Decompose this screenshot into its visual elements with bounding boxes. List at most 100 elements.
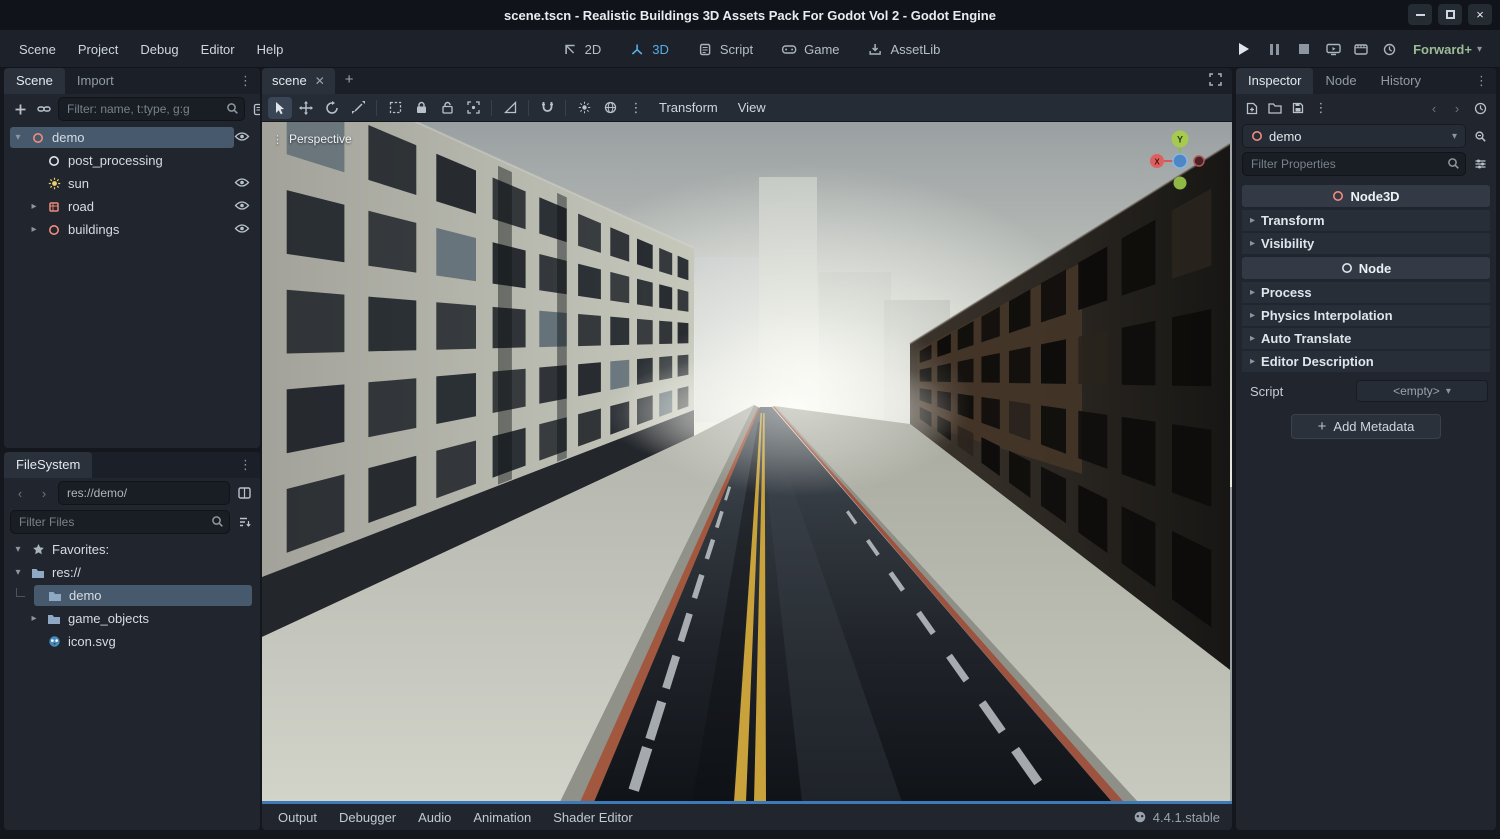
dock-options-icon[interactable]: ⋮ — [1467, 73, 1496, 94]
tab-node[interactable]: Node — [1313, 68, 1368, 94]
tree-row-demo[interactable]: ▾ demo — [4, 126, 260, 149]
stop-button[interactable] — [1291, 37, 1317, 61]
expander-icon[interactable]: ▾ — [12, 132, 24, 143]
category-node[interactable]: Node — [1242, 257, 1490, 279]
tree-row-road[interactable]: ▸ road — [4, 195, 260, 218]
fs-row-favorites[interactable]: ▾ Favorites: — [4, 538, 260, 561]
scale-tool-icon[interactable] — [346, 97, 370, 119]
fs-row-icon-svg[interactable]: icon.svg — [4, 630, 260, 653]
tree-row-buildings[interactable]: ▸ buildings — [4, 218, 260, 241]
maximize-button[interactable] — [1438, 4, 1462, 25]
ruler-icon[interactable] — [498, 97, 522, 119]
move-tool-icon[interactable] — [294, 97, 318, 119]
fs-row-game-objects[interactable]: ▸ game_objects — [4, 607, 260, 630]
environment-icon[interactable] — [598, 97, 622, 119]
new-scene-tab-button[interactable]: + — [335, 71, 364, 94]
panel-output[interactable]: Output — [268, 807, 327, 828]
tree-row-sun[interactable]: sun — [4, 172, 260, 195]
remote-debug-icon[interactable] — [1321, 37, 1345, 61]
tab-history[interactable]: History — [1369, 68, 1433, 94]
load-resource-icon[interactable] — [1265, 98, 1285, 118]
dock-options-icon[interactable]: ⋮ — [231, 457, 260, 478]
expander-icon[interactable]: ▸ — [28, 201, 40, 212]
object-selector-dropdown[interactable]: demo ▾ — [1242, 124, 1466, 148]
instance-scene-icon[interactable] — [34, 99, 54, 119]
split-view-icon[interactable] — [234, 483, 254, 503]
history-forward-icon[interactable]: › — [1447, 98, 1467, 118]
menu-help[interactable]: Help — [248, 38, 293, 61]
viewport-3d-scene[interactable] — [262, 122, 1232, 804]
close-tab-icon[interactable]: ✕ — [315, 74, 325, 88]
visibility-eye-icon[interactable] — [234, 176, 250, 191]
select-tool-icon[interactable] — [268, 97, 292, 119]
workspace-assetlib-button[interactable]: AssetLib — [856, 35, 951, 63]
section-auto-translate[interactable]: ▸ Auto Translate — [1242, 328, 1490, 349]
tab-import[interactable]: Import — [65, 68, 126, 94]
section-process[interactable]: ▸ Process — [1242, 282, 1490, 303]
viewport-view-menu[interactable]: ⋮ Perspective — [272, 132, 352, 146]
property-display-options-icon[interactable] — [1470, 154, 1490, 174]
section-editor-description[interactable]: ▸ Editor Description — [1242, 351, 1490, 372]
sun-icon[interactable] — [572, 97, 596, 119]
selectable-icon[interactable] — [383, 97, 407, 119]
visibility-eye-icon[interactable] — [234, 222, 250, 237]
menu-project[interactable]: Project — [69, 38, 127, 61]
menu-scene[interactable]: Scene — [10, 38, 65, 61]
scene-tab[interactable]: scene ✕ — [262, 68, 335, 94]
group-icon[interactable] — [461, 97, 485, 119]
visibility-eye-icon[interactable] — [234, 130, 250, 145]
filter-files-input[interactable] — [10, 510, 230, 534]
pause-button[interactable] — [1261, 37, 1287, 61]
movie-maker-icon[interactable] — [1349, 37, 1373, 61]
view-menu[interactable]: View — [729, 97, 775, 118]
filter-properties-input[interactable] — [1242, 152, 1466, 176]
profiler-icon[interactable] — [1377, 37, 1401, 61]
unlock-icon[interactable] — [435, 97, 459, 119]
resource-more-icon[interactable]: ⋮ — [1311, 98, 1331, 118]
category-node3d[interactable]: Node3D — [1242, 185, 1490, 207]
workspace-game-button[interactable]: Game — [769, 35, 849, 63]
transform-menu[interactable]: Transform — [650, 97, 727, 118]
rotate-tool-icon[interactable] — [320, 97, 344, 119]
tab-inspector[interactable]: Inspector — [1236, 68, 1313, 94]
section-visibility[interactable]: ▸ Visibility — [1242, 233, 1490, 254]
version-info[interactable]: 4.4.1.stable — [1133, 810, 1226, 825]
workspace-script-button[interactable]: Script — [685, 35, 763, 63]
back-icon[interactable]: ‹ — [10, 483, 30, 503]
save-resource-icon[interactable] — [1288, 98, 1308, 118]
snap-icon[interactable] — [535, 97, 559, 119]
workspace-3d-button[interactable]: 3D — [617, 35, 679, 63]
expander-icon[interactable]: ▾ — [12, 567, 24, 578]
tree-row-post-processing[interactable]: post_processing — [4, 149, 260, 172]
new-resource-icon[interactable] — [1242, 98, 1262, 118]
object-history-icon[interactable] — [1470, 98, 1490, 118]
visibility-eye-icon[interactable] — [234, 199, 250, 214]
panel-animation[interactable]: Animation — [463, 807, 541, 828]
script-value-dropdown[interactable]: <empty> ▾ — [1356, 380, 1488, 402]
section-transform[interactable]: ▸ Transform — [1242, 210, 1490, 231]
expander-icon[interactable]: ▸ — [28, 224, 40, 235]
view-axis-gizmo[interactable]: Y X — [1144, 130, 1216, 209]
scene-filter-input[interactable] — [58, 97, 245, 121]
workspace-2d-button[interactable]: 2D — [550, 35, 612, 63]
tab-filesystem[interactable]: FileSystem — [4, 452, 92, 478]
section-physics-interpolation[interactable]: ▸ Physics Interpolation — [1242, 305, 1490, 326]
forward-icon[interactable]: › — [34, 483, 54, 503]
fs-row-demo[interactable]: demo — [4, 584, 260, 607]
renderer-dropdown[interactable]: Forward+ ▾ — [1405, 39, 1490, 60]
expander-icon[interactable]: ▾ — [12, 544, 24, 555]
dock-options-icon[interactable]: ⋮ — [231, 73, 260, 94]
attach-script-icon[interactable] — [249, 99, 260, 119]
open-docs-icon[interactable] — [1470, 126, 1490, 146]
fs-row-res[interactable]: ▾ res:// — [4, 561, 260, 584]
add-metadata-button[interactable]: + Add Metadata — [1291, 414, 1441, 439]
panel-debugger[interactable]: Debugger — [329, 807, 406, 828]
lock-icon[interactable] — [409, 97, 433, 119]
panel-audio[interactable]: Audio — [408, 807, 461, 828]
minimize-button[interactable] — [1408, 4, 1432, 25]
add-node-icon[interactable] — [10, 99, 30, 119]
menu-debug[interactable]: Debug — [131, 38, 187, 61]
view-more-icon[interactable]: ⋮ — [624, 97, 648, 119]
tab-scene[interactable]: Scene — [4, 68, 65, 94]
sort-files-icon[interactable] — [234, 512, 254, 532]
